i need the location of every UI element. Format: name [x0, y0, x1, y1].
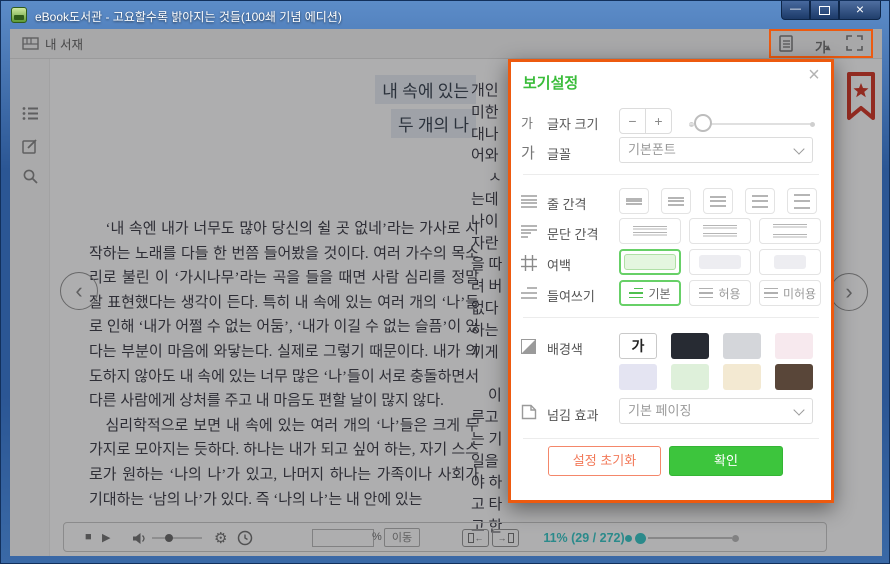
bg-swatch-green[interactable] [671, 364, 709, 390]
indent-label: 들여쓰기 [547, 286, 595, 305]
app-icon [11, 7, 27, 23]
app-window: eBook도서관 - 고요할수록 밝아지는 것들(100쇄 기념 에디션) — … [0, 0, 890, 564]
client-area: 내 서재 가 [10, 29, 882, 556]
maximize-icon [819, 6, 830, 15]
line-spacing-label: 줄 간격 [547, 194, 587, 213]
paragraph-spacing-label: 문단 간격 [547, 224, 598, 243]
margin-option-3[interactable] [759, 249, 821, 275]
margin-option-2[interactable] [689, 249, 751, 275]
minimize-button[interactable]: — [781, 1, 810, 20]
paragraph-spacing-option-2[interactable] [689, 218, 751, 244]
font-family-icon: 가 [521, 142, 535, 163]
view-settings-panel: 보기설정 × 가 글자 크기 − + 가 글꼴 기본폰트 줄 간격 [508, 59, 834, 503]
indent-glyph [629, 288, 643, 299]
bg-swatch-cream[interactable] [723, 364, 761, 390]
paragraph-spacing-option-3[interactable] [759, 218, 821, 244]
margin-label: 여백 [547, 255, 571, 274]
font-size-icon: 가 [521, 113, 533, 132]
line-spacing-option-2[interactable] [661, 188, 691, 214]
bg-swatch-pink[interactable] [775, 333, 813, 359]
bg-swatch-dark[interactable] [671, 333, 709, 359]
font-size-label: 글자 크기 [547, 114, 598, 133]
chevron-down-icon [793, 143, 804, 154]
bg-swatch-white[interactable]: 가 [619, 333, 657, 359]
font-family-value: 기본폰트 [628, 142, 676, 157]
paragraph-spacing-option-1[interactable] [619, 218, 681, 244]
indent-icon [521, 287, 537, 299]
indent-option-disallow[interactable]: 미허용 [759, 280, 821, 306]
indent-glyph [699, 288, 713, 299]
bg-swatch-gray[interactable] [723, 333, 761, 359]
close-button[interactable]: × [839, 1, 881, 20]
title-bar[interactable]: eBook도서관 - 고요할수록 밝아지는 것들(100쇄 기념 에디션) — … [1, 1, 889, 29]
confirm-button[interactable]: 확인 [669, 446, 783, 476]
line-spacing-option-5[interactable] [787, 188, 817, 214]
bg-swatch-brown[interactable] [775, 364, 813, 390]
margin-icon [521, 255, 537, 276]
font-family-dropdown[interactable]: 기본폰트 [619, 137, 813, 163]
panel-title: 보기설정 [523, 72, 578, 93]
indent-glyph [764, 288, 778, 299]
divider [523, 317, 819, 318]
background-color-label: 배경색 [547, 339, 583, 358]
window-title: eBook도서관 - 고요할수록 밝아지는 것들(100쇄 기념 에디션) [35, 8, 342, 25]
indent-option-allow[interactable]: 허용 [689, 280, 751, 306]
line-spacing-option-4[interactable] [745, 188, 775, 214]
font-family-label: 글꼴 [547, 144, 571, 163]
font-size-slider-max-dot [810, 122, 815, 127]
indent-option-default[interactable]: 기본 [619, 280, 681, 306]
font-size-decrease-button[interactable]: − [620, 109, 646, 133]
page-turn-effect-icon [521, 404, 537, 425]
page-turn-effect-label: 넘김 효과 [547, 405, 598, 424]
page-turn-effect-dropdown[interactable]: 기본 페이징 [619, 398, 813, 424]
panel-close-icon[interactable]: × [804, 64, 824, 87]
font-size-slider-knob[interactable] [694, 114, 712, 132]
font-size-increase-button[interactable]: + [646, 109, 671, 133]
divider [523, 438, 819, 439]
background-color-icon [521, 339, 536, 354]
paragraph-spacing-icon [521, 225, 537, 238]
maximize-button[interactable] [810, 1, 839, 20]
chevron-down-icon [793, 404, 804, 415]
font-size-stepper[interactable]: − + [619, 108, 672, 134]
reset-settings-button[interactable]: 설정 초기화 [548, 446, 661, 476]
divider [523, 174, 819, 175]
bg-swatch-lavender[interactable] [619, 364, 657, 390]
margin-option-1-selected[interactable] [619, 249, 681, 275]
line-spacing-option-1[interactable] [619, 188, 649, 214]
line-spacing-icon [521, 195, 537, 208]
line-spacing-option-3[interactable] [703, 188, 733, 214]
page-turn-effect-value: 기본 페이징 [628, 403, 691, 418]
